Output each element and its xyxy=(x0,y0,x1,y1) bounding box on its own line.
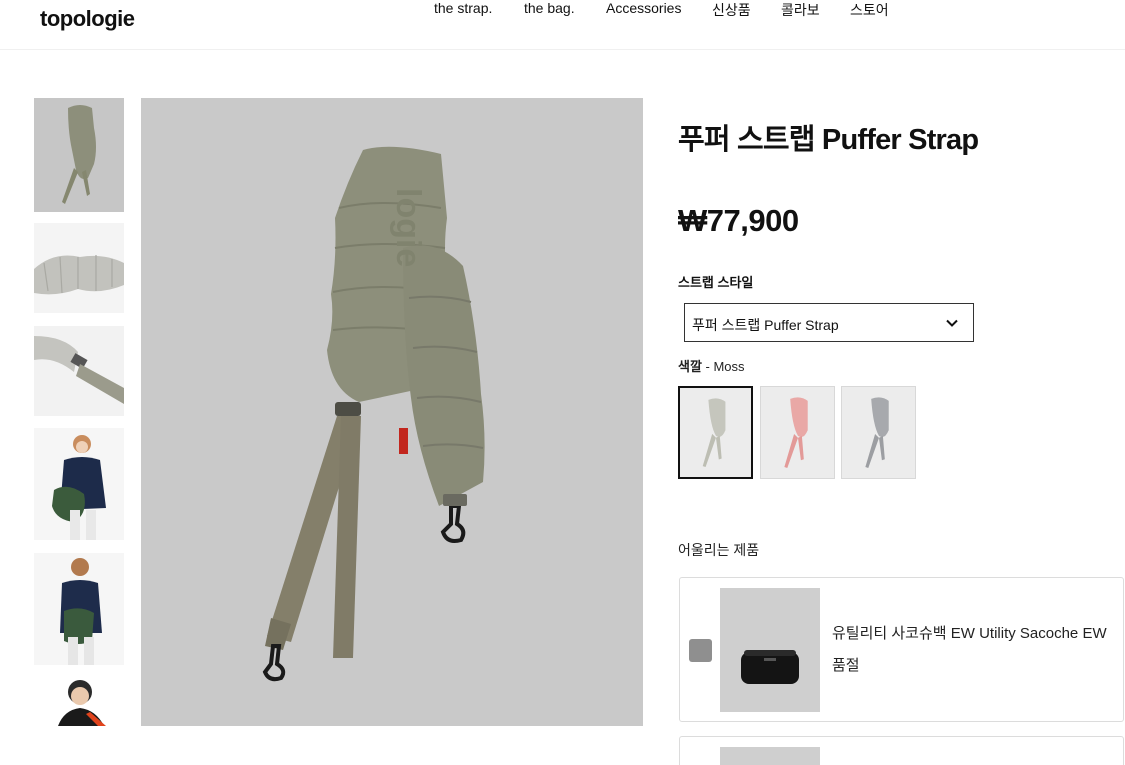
related-product-card-2[interactable] xyxy=(679,736,1124,765)
related-product-title: 유틸리티 사코슈백 EW Utility Sacoche EW xyxy=(832,625,1107,642)
thumbnail-model-wearing[interactable] xyxy=(34,428,124,540)
related-products-label: 어울리는 제품 xyxy=(678,542,760,558)
thumbnail-model-portrait[interactable] xyxy=(34,678,124,726)
strap-pink-swatch-icon xyxy=(761,387,834,478)
related-product-name: 유틸리티 사코슈백 EW Utility Sacoche EW 품절 xyxy=(832,618,1112,682)
model-back-thumbnail-icon xyxy=(34,553,124,665)
thumbnail-buckle-detail[interactable] xyxy=(34,326,124,416)
related-product-thumbnail[interactable] xyxy=(720,588,820,712)
color-label: 색깔 - Moss xyxy=(678,356,745,375)
related-product-status: 품절 xyxy=(832,657,860,674)
nav-item-the-bag[interactable]: the bag. xyxy=(524,0,575,16)
related-product-checkbox[interactable] xyxy=(689,639,712,662)
color-swatch-moss[interactable] xyxy=(678,386,753,479)
color-swatch-grey[interactable] xyxy=(841,386,916,479)
strap-style-label: 스트랩 스타일 xyxy=(678,275,754,290)
main-nav: the strap. the bag. Accessories 신상품 콜라보 … xyxy=(0,0,1125,20)
puffer-closeup-thumbnail-icon xyxy=(34,223,124,313)
nav-item-collab[interactable]: 콜라보 xyxy=(781,0,820,20)
thumbnail-model-back[interactable] xyxy=(34,553,124,665)
model-portrait-thumbnail-icon xyxy=(34,678,124,726)
nav-item-the-strap[interactable]: the strap. xyxy=(434,0,492,16)
nav-item-accessories[interactable]: Accessories xyxy=(606,0,681,16)
strap-style-select[interactable]: 푸퍼 스트랩 Puffer Strap xyxy=(684,303,974,342)
chevron-down-icon xyxy=(946,319,958,327)
sacoche-bag-icon xyxy=(720,588,820,712)
thumbnail-gallery xyxy=(34,98,124,726)
strap-moss-swatch-icon xyxy=(680,388,751,477)
color-selected-value: - Moss xyxy=(701,359,745,374)
model-wearing-thumbnail-icon xyxy=(34,428,124,540)
thumbnail-puffer-closeup[interactable] xyxy=(34,223,124,313)
strap-grey-swatch-icon xyxy=(842,387,915,478)
strap-style-selected-value: 푸퍼 스트랩 Puffer Strap xyxy=(692,317,839,333)
thumbnail-strap-moss[interactable] xyxy=(34,98,124,212)
svg-text:logie: logie xyxy=(389,188,427,267)
product-title: 푸퍼 스트랩 Puffer Strap xyxy=(678,124,979,156)
main-product-image[interactable]: logie xyxy=(141,98,643,726)
product-price: ₩77,900 xyxy=(678,203,799,238)
color-swatch-pink[interactable] xyxy=(760,386,835,479)
related-product-card[interactable]: 유틸리티 사코슈백 EW Utility Sacoche EW 품절 xyxy=(679,577,1124,722)
strap-moss-thumbnail-icon xyxy=(34,98,124,212)
nav-item-new-arrivals[interactable]: 신상품 xyxy=(712,0,751,20)
related-product-thumbnail-2[interactable] xyxy=(720,747,820,765)
site-header: topologie the strap. the bag. Accessorie… xyxy=(0,0,1125,50)
puffer-strap-moss-image-icon: logie xyxy=(141,98,643,726)
nav-item-store[interactable]: 스토어 xyxy=(850,0,889,20)
buckle-detail-thumbnail-icon xyxy=(34,326,124,416)
color-label-title: 색깔 xyxy=(678,359,702,374)
